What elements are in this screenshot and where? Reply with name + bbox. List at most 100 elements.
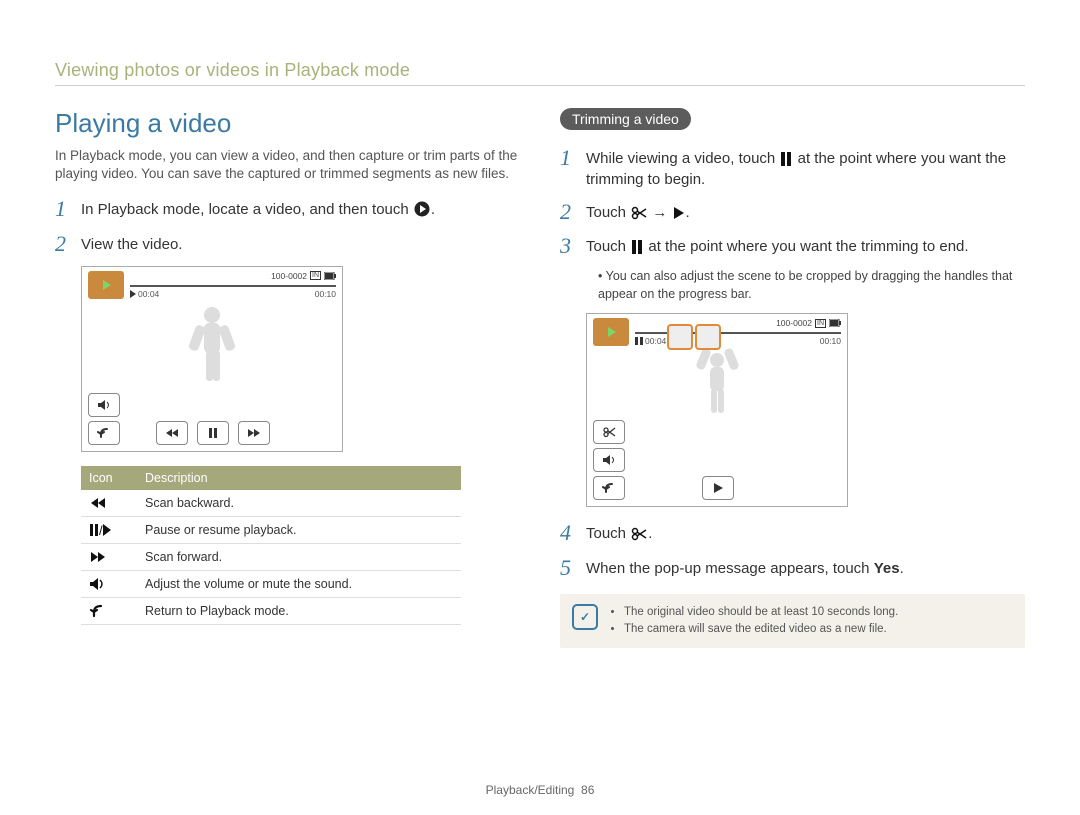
play-circle-icon bbox=[414, 201, 430, 217]
divider bbox=[55, 85, 1025, 86]
step-text: View the video. bbox=[81, 232, 182, 255]
cell-text: Pause or resume playback. bbox=[137, 516, 461, 543]
table-header-desc: Description bbox=[137, 466, 461, 490]
left-column: Playing a video In Playback mode, you ca… bbox=[55, 108, 520, 648]
step-text: Touch at the point where you want the tr… bbox=[586, 234, 969, 257]
step-1: 1 While viewing a video, touch at the po… bbox=[560, 146, 1025, 190]
table-row: Scan backward. bbox=[81, 490, 461, 517]
volume-button[interactable] bbox=[593, 448, 625, 472]
elapsed-time: 00:04 bbox=[645, 336, 666, 346]
step-text: Touch → . bbox=[586, 200, 690, 223]
forward-icon bbox=[89, 550, 129, 564]
scissors-icon bbox=[631, 527, 647, 541]
text-fragment: at the point where you want the trimming… bbox=[648, 238, 968, 255]
step-number: 1 bbox=[55, 197, 81, 221]
step-3: 3 Touch at the point where you want the … bbox=[560, 234, 1025, 258]
table-header-icon: Icon bbox=[81, 466, 137, 490]
step-number: 5 bbox=[560, 556, 586, 580]
intro-text: In Playback mode, you can view a video, … bbox=[55, 147, 520, 183]
play-icon bbox=[673, 206, 685, 220]
video-thumbnail-icon bbox=[88, 271, 124, 299]
file-number: 100-0002 bbox=[271, 271, 307, 281]
pause-button[interactable] bbox=[197, 421, 229, 445]
scissors-button[interactable] bbox=[593, 420, 625, 444]
yes-bold: Yes bbox=[874, 560, 900, 577]
table-row: Scan forward. bbox=[81, 543, 461, 570]
text-fragment: When the pop-up message appears, touch bbox=[586, 560, 874, 577]
pause-icon bbox=[631, 240, 643, 254]
table-row: Adjust the volume or mute the sound. bbox=[81, 570, 461, 597]
section-heading: Playing a video bbox=[55, 108, 520, 139]
note-item: The original video should be at least 10… bbox=[624, 604, 898, 621]
step-2: 2 View the video. bbox=[55, 232, 520, 256]
timeline[interactable]: 100-0002 IN 00:04 00:10 bbox=[130, 271, 336, 299]
text-fragment: . bbox=[431, 201, 435, 218]
step-text: While viewing a video, touch at the poin… bbox=[586, 146, 1025, 190]
text-fragment: . bbox=[686, 204, 690, 221]
cell-text: Adjust the volume or mute the sound. bbox=[137, 570, 461, 597]
cell-text: Scan forward. bbox=[137, 543, 461, 570]
breadcrumb: Viewing photos or videos in Playback mod… bbox=[55, 60, 1025, 81]
table-row: Return to Playback mode. bbox=[81, 597, 461, 624]
cell-text: Return to Playback mode. bbox=[137, 597, 461, 624]
footer-section: Playback/Editing bbox=[486, 783, 575, 797]
silhouette-graphic bbox=[82, 301, 342, 391]
memory-badge: IN bbox=[815, 319, 826, 328]
cell-text: Scan backward. bbox=[137, 490, 461, 517]
volume-button[interactable] bbox=[88, 393, 120, 417]
svg-text:/: / bbox=[99, 523, 103, 537]
elapsed-time: 00:04 bbox=[138, 289, 159, 299]
two-columns: Playing a video In Playback mode, you ca… bbox=[55, 108, 1025, 648]
total-time: 00:10 bbox=[315, 289, 336, 299]
step-1: 1 In Playback mode, locate a video, and … bbox=[55, 197, 520, 221]
battery-icon bbox=[829, 319, 841, 327]
trimming-heading-pill: Trimming a video bbox=[560, 108, 691, 130]
total-time: 00:10 bbox=[820, 336, 841, 346]
silhouette-graphic bbox=[587, 348, 847, 418]
pause-play-icon: / bbox=[89, 523, 129, 537]
play-button[interactable] bbox=[702, 476, 734, 500]
step-number: 2 bbox=[55, 232, 81, 256]
back-button[interactable] bbox=[88, 421, 120, 445]
arrow-text: → bbox=[652, 204, 671, 221]
trim-screenshot: 100-0002 IN 00:04 00:10 bbox=[586, 313, 848, 507]
step-text: In Playback mode, locate a video, and th… bbox=[81, 197, 435, 220]
battery-icon bbox=[324, 272, 336, 280]
step-number: 2 bbox=[560, 200, 586, 224]
file-number: 100-0002 bbox=[776, 318, 812, 328]
note-item: The camera will save the edited video as… bbox=[624, 621, 898, 638]
play-tick-icon bbox=[130, 290, 136, 298]
text-fragment: . bbox=[648, 525, 652, 542]
step-text: Touch . bbox=[586, 521, 652, 544]
footer-page-number: 86 bbox=[581, 783, 594, 797]
timeline[interactable]: 100-0002 IN 00:04 00:10 bbox=[635, 318, 841, 346]
page-footer: Playback/Editing 86 bbox=[0, 783, 1080, 797]
text-fragment: Touch bbox=[586, 525, 630, 542]
icon-description-table: Icon Description Scan backward. / Pause … bbox=[81, 466, 461, 625]
text-fragment: Touch bbox=[586, 204, 630, 221]
step-text: When the pop-up message appears, touch Y… bbox=[586, 556, 904, 579]
text-fragment: Touch bbox=[586, 238, 630, 255]
memory-badge: IN bbox=[310, 271, 321, 280]
text-fragment: . bbox=[900, 560, 904, 577]
forward-button[interactable] bbox=[238, 421, 270, 445]
pause-tick-icon bbox=[635, 337, 643, 345]
note-badge-icon: ✓ bbox=[572, 604, 598, 630]
right-column: Trimming a video 1 While viewing a video… bbox=[560, 108, 1025, 648]
video-thumbnail-icon bbox=[593, 318, 629, 346]
return-icon bbox=[89, 604, 129, 618]
step-4: 4 Touch . bbox=[560, 521, 1025, 545]
rewind-button[interactable] bbox=[156, 421, 188, 445]
rewind-icon bbox=[89, 496, 129, 510]
step-5: 5 When the pop-up message appears, touch… bbox=[560, 556, 1025, 580]
volume-icon bbox=[89, 577, 129, 591]
step-number: 3 bbox=[560, 234, 586, 258]
back-button[interactable] bbox=[593, 476, 625, 500]
note-box: ✓ The original video should be at least … bbox=[560, 594, 1025, 649]
step-3-note: You can also adjust the scene to be crop… bbox=[560, 268, 1025, 303]
table-row: / Pause or resume playback. bbox=[81, 516, 461, 543]
text-fragment: While viewing a video, touch bbox=[586, 150, 779, 167]
step-number: 4 bbox=[560, 521, 586, 545]
scissors-icon bbox=[631, 206, 647, 220]
step-number: 1 bbox=[560, 146, 586, 170]
